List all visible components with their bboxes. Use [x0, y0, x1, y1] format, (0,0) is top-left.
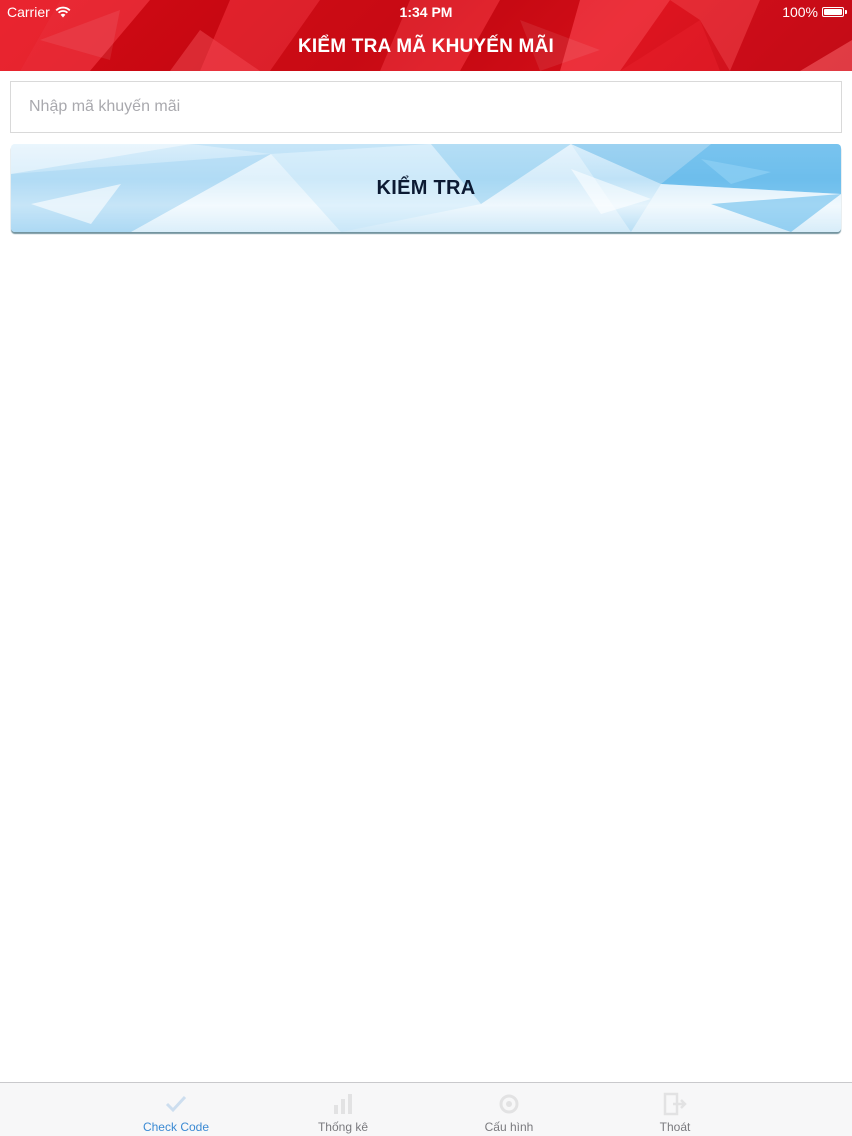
logout-icon [663, 1092, 687, 1116]
status-bar: Carrier 1:34 PM 100% [0, 0, 852, 24]
tab-label: Cấu hình [484, 1120, 534, 1134]
battery-percent: 100% [782, 4, 818, 20]
chart-icon [334, 1094, 352, 1114]
tab-statistics[interactable]: Thống kê [260, 1083, 426, 1136]
tab-settings[interactable]: Cấu hình [426, 1083, 592, 1136]
battery-indicator: 100% [782, 4, 847, 20]
check-icon [165, 1095, 187, 1113]
tab-label: Thống kê [317, 1120, 369, 1134]
page-title: KIỂM TRA MÃ KHUYẾN MÃI [298, 36, 554, 57]
tab-check-code[interactable]: Check Code [93, 1083, 259, 1136]
app-header: Carrier 1:34 PM 100% KIỂM TRA MÃ KHUYẾN … [0, 0, 852, 71]
battery-icon [822, 7, 847, 17]
tab-label: Check Code [142, 1120, 210, 1134]
tab-label: Thoát [659, 1120, 691, 1134]
tab-logout[interactable]: Thoát [592, 1083, 758, 1136]
check-button-label: KIỂM TRA [376, 177, 476, 199]
check-button[interactable]: KIỂM TRA [11, 144, 841, 232]
tab-bar: Check Code Thống kê Cấu hình Thoát [0, 1082, 852, 1136]
promo-code-input[interactable] [10, 81, 842, 133]
status-time: 1:34 PM [399, 4, 453, 20]
gear-icon [499, 1094, 519, 1114]
